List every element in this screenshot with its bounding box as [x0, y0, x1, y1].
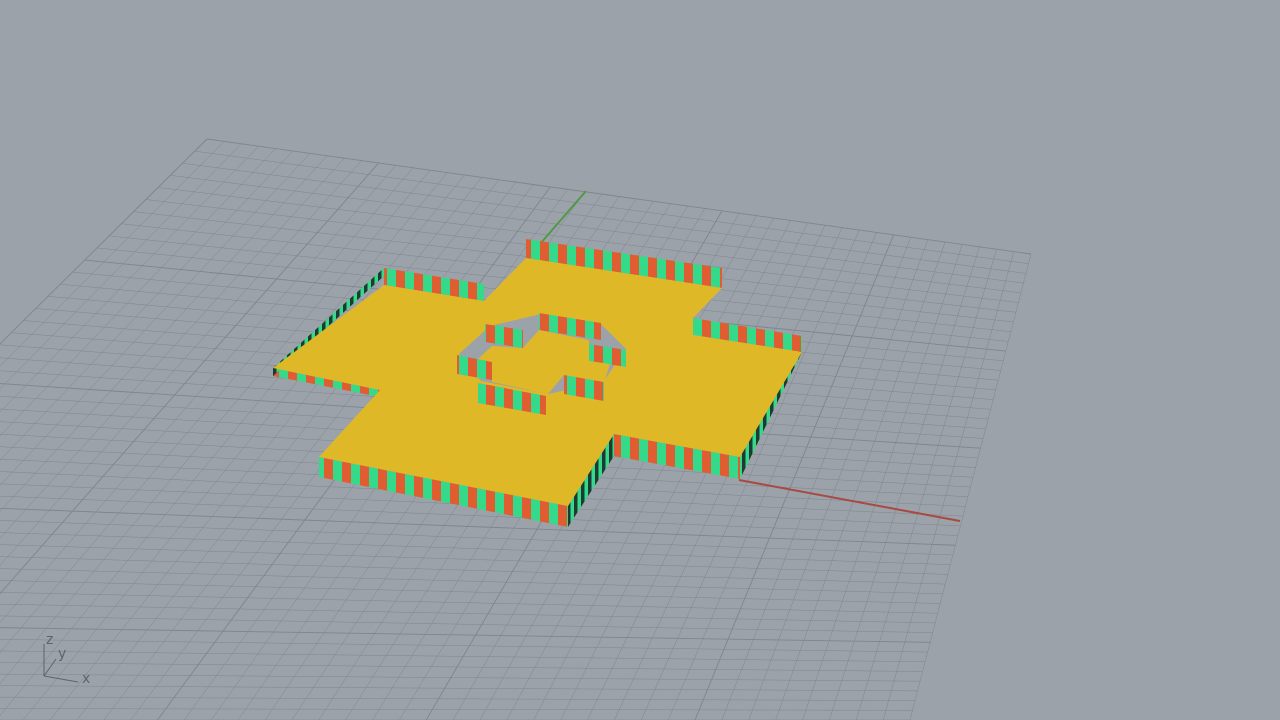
grid-line [775, 241, 946, 720]
scene-canvas[interactable] [0, 0, 1280, 720]
axis-widget-lines [43, 644, 79, 683]
world-x-axis [738, 479, 961, 522]
grid-line [0, 685, 918, 692]
grid-line [0, 673, 921, 682]
grid-line [829, 246, 980, 720]
axis-orientation-widget: z y x [30, 628, 110, 698]
grid-line [748, 239, 929, 720]
perspective-viewport[interactable]: z y x [0, 0, 1280, 720]
grid-line [721, 237, 912, 720]
grid-line [856, 249, 997, 720]
grid-line [0, 696, 916, 701]
grid-line [882, 251, 1015, 720]
axis-z-label: z [46, 632, 54, 648]
grid-line [0, 568, 943, 595]
grid-line [0, 532, 951, 565]
grid-line [909, 253, 1032, 720]
grid-line [0, 639, 928, 653]
axis-x-label: x [82, 671, 91, 687]
grid-line [802, 244, 963, 720]
grid-line [0, 544, 948, 575]
grid-line [0, 662, 923, 672]
grid-line [0, 650, 926, 662]
grid-line [0, 708, 913, 711]
grid-line [0, 580, 941, 604]
grid-line [694, 234, 895, 720]
grid-line [0, 556, 946, 585]
axis-y-label: y [58, 646, 67, 662]
